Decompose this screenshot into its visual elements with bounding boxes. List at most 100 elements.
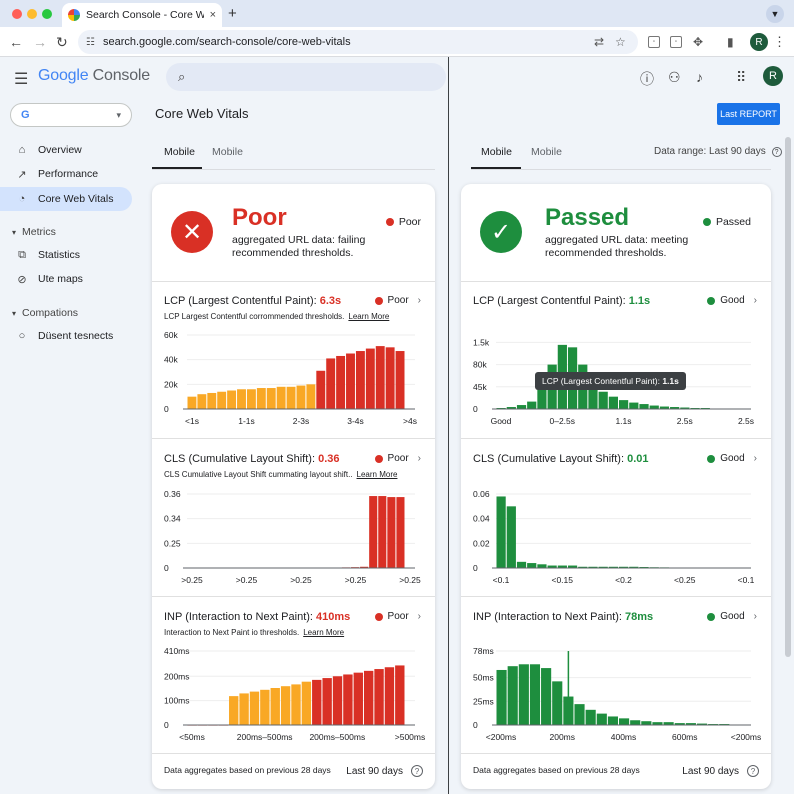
help-icon[interactable]: ⓘ: [640, 69, 654, 89]
y-tick-label: 25ms: [473, 696, 494, 706]
side-panel-icon[interactable]: ▮: [727, 35, 734, 49]
site-settings-icon[interactable]: ☷: [86, 37, 95, 48]
learn-more-link[interactable]: Learn More: [303, 628, 344, 637]
histogram-bar: [516, 561, 527, 568]
sidebar-section-metrics[interactable]: ▾ Metrics: [12, 226, 56, 238]
sidebar-item-dusent-tesnects[interactable]: ○ Düsent tesnects: [0, 324, 132, 348]
page-scrollbar[interactable]: [785, 137, 791, 657]
divider: [461, 596, 771, 597]
notifications-icon[interactable]: ♪: [696, 69, 703, 85]
metric-name: CLS (Cumulative Layout Shift):: [164, 453, 319, 465]
cls-badge[interactable]: Poor ›: [374, 453, 421, 464]
search-input[interactable]: ⌕: [166, 63, 446, 91]
cls-title[interactable]: CLS (Cumulative Layout Shift): 0.01: [473, 453, 649, 465]
histogram-bar: [537, 564, 547, 568]
profile-avatar[interactable]: R: [750, 33, 768, 51]
chevron-right-icon: ›: [417, 611, 421, 622]
metric-name: LCP (Largest Contentful Paint):: [164, 295, 320, 307]
back-icon[interactable]: ←: [9, 34, 23, 50]
histogram-bar: [496, 669, 507, 725]
histogram-bar: [343, 674, 353, 725]
help-icon[interactable]: ?: [411, 765, 423, 777]
divider: [152, 281, 435, 282]
sidebar-item-core-web-vitals[interactable]: ◔ Core Web Vitals: [0, 187, 132, 211]
histogram-bar: [378, 496, 387, 568]
histogram-bar: [296, 385, 306, 409]
histogram-bar: [385, 347, 395, 409]
sidebar-item-ute-maps[interactable]: ⊘ Ute maps: [0, 267, 132, 291]
inp-histogram: 0 100ms 200ms 410ms <50ms 200ms–500ms 200ms–50…: [164, 646, 425, 742]
help-icon[interactable]: ?: [747, 765, 759, 777]
puzzle-icon[interactable]: ✥: [693, 35, 703, 49]
sidebar-item-statistics[interactable]: ⧉ Statistics: [0, 243, 132, 267]
histogram-bar: [529, 664, 541, 725]
learn-more-link[interactable]: Learn More: [348, 312, 389, 321]
address-bar[interactable]: ☷ search.google.com/search-console/core-…: [78, 30, 638, 54]
histogram-bar: [506, 506, 516, 568]
manage-users-icon[interactable]: ⚇: [668, 69, 681, 86]
menu-icon[interactable]: ☰: [14, 69, 28, 89]
minimize-window-icon[interactable]: [27, 9, 37, 19]
histogram-bar: [527, 563, 537, 568]
metric-name: INP (Interaction to Next Paint):: [164, 611, 317, 623]
google-favicon-icon: [68, 9, 80, 21]
sidebar-item-label: Düsent tesnects: [38, 330, 114, 342]
histogram-bar: [585, 709, 596, 725]
tab-mobile-left-2[interactable]: Mobile: [212, 146, 243, 158]
tab-mobile-left[interactable]: Mobile: [164, 146, 195, 158]
sidebar-section-compations[interactable]: ▾ Compations: [12, 307, 78, 319]
extension-icon[interactable]: ▫: [648, 36, 660, 48]
tab-mobile-right[interactable]: Mobile: [481, 146, 512, 158]
sidebar-item-performance[interactable]: ↗ Performance: [0, 162, 132, 186]
inp-title[interactable]: INP (Interaction to Next Paint): 410ms: [164, 611, 350, 623]
status-dot: [374, 296, 383, 305]
learn-more-link[interactable]: Learn More: [357, 470, 398, 479]
histogram-bar: [507, 666, 518, 725]
chevron-down-icon[interactable]: ▼: [766, 5, 784, 23]
inp-title[interactable]: INP (Interaction to Next Paint): 78ms: [473, 611, 653, 623]
tab-close-icon[interactable]: ×: [210, 9, 216, 21]
cls-title[interactable]: CLS (Cumulative Layout Shift): 0.36: [164, 453, 340, 465]
check-circle-icon: ✓: [480, 211, 522, 253]
inp-badge[interactable]: Poor ›: [374, 611, 421, 622]
inp-badge[interactable]: Good ›: [707, 611, 757, 622]
tab-mobile-right-2[interactable]: Mobile: [531, 146, 562, 158]
help-icon[interactable]: ?: [771, 147, 782, 157]
data-range: Data range: Last 90 days ?: [654, 146, 782, 157]
star-icon[interactable]: ☆: [615, 35, 626, 49]
google-console-logo[interactable]: Google Console: [38, 67, 150, 85]
reload-icon[interactable]: ↻: [56, 34, 68, 51]
x-tick-label: 200ms: [549, 732, 575, 742]
divider: [461, 438, 771, 439]
y-tick-label: 0: [473, 563, 478, 573]
forward-icon[interactable]: →: [33, 34, 47, 50]
x-tick-label: 600ms: [672, 732, 698, 742]
y-tick-label: 20k: [164, 379, 178, 389]
sidebar-item-overview[interactable]: ⌂ Overview: [0, 138, 132, 162]
last-report-button[interactable]: Last REPORT: [717, 103, 780, 125]
lcp-badge[interactable]: Good ›: [707, 295, 757, 306]
apps-grid-icon[interactable]: ⠿: [736, 69, 746, 86]
footer-note: Data aggregates based on previous 28 day…: [473, 765, 640, 775]
y-tick-label: 0.36: [164, 489, 181, 499]
translate-icon[interactable]: ⇄: [594, 35, 604, 49]
histogram-bar: [363, 670, 374, 725]
histogram-bar: [187, 396, 197, 409]
extension-icon[interactable]: ▫: [670, 36, 682, 48]
new-tab-button[interactable]: +: [228, 5, 237, 22]
browser-tab[interactable]: Search Console - Core Web Vitals ×: [62, 3, 222, 27]
lcp-title[interactable]: LCP (Largest Contentful Paint): 6.3s: [164, 295, 341, 307]
account-avatar[interactable]: R: [763, 66, 783, 86]
x-tick-label: <200ms: [731, 732, 761, 742]
passed-card: ✓ Passed aggregated URL data: meeting re…: [461, 184, 771, 789]
maximize-window-icon[interactable]: [42, 9, 52, 19]
sidebar-item-label: Core Web Vitals: [38, 193, 114, 205]
property-selector[interactable]: G ▾: [10, 103, 132, 127]
lcp-badge[interactable]: Poor ›: [374, 295, 421, 306]
x-tick-label: 200ms–500ms: [237, 732, 293, 742]
more-vert-icon[interactable]: ⋮: [773, 34, 786, 50]
lcp-title[interactable]: LCP (Largest Contentful Paint): 1.1s: [473, 295, 650, 307]
close-window-icon[interactable]: [12, 9, 22, 19]
cls-badge[interactable]: Good ›: [707, 453, 757, 464]
y-tick-label: 78ms: [473, 646, 494, 656]
